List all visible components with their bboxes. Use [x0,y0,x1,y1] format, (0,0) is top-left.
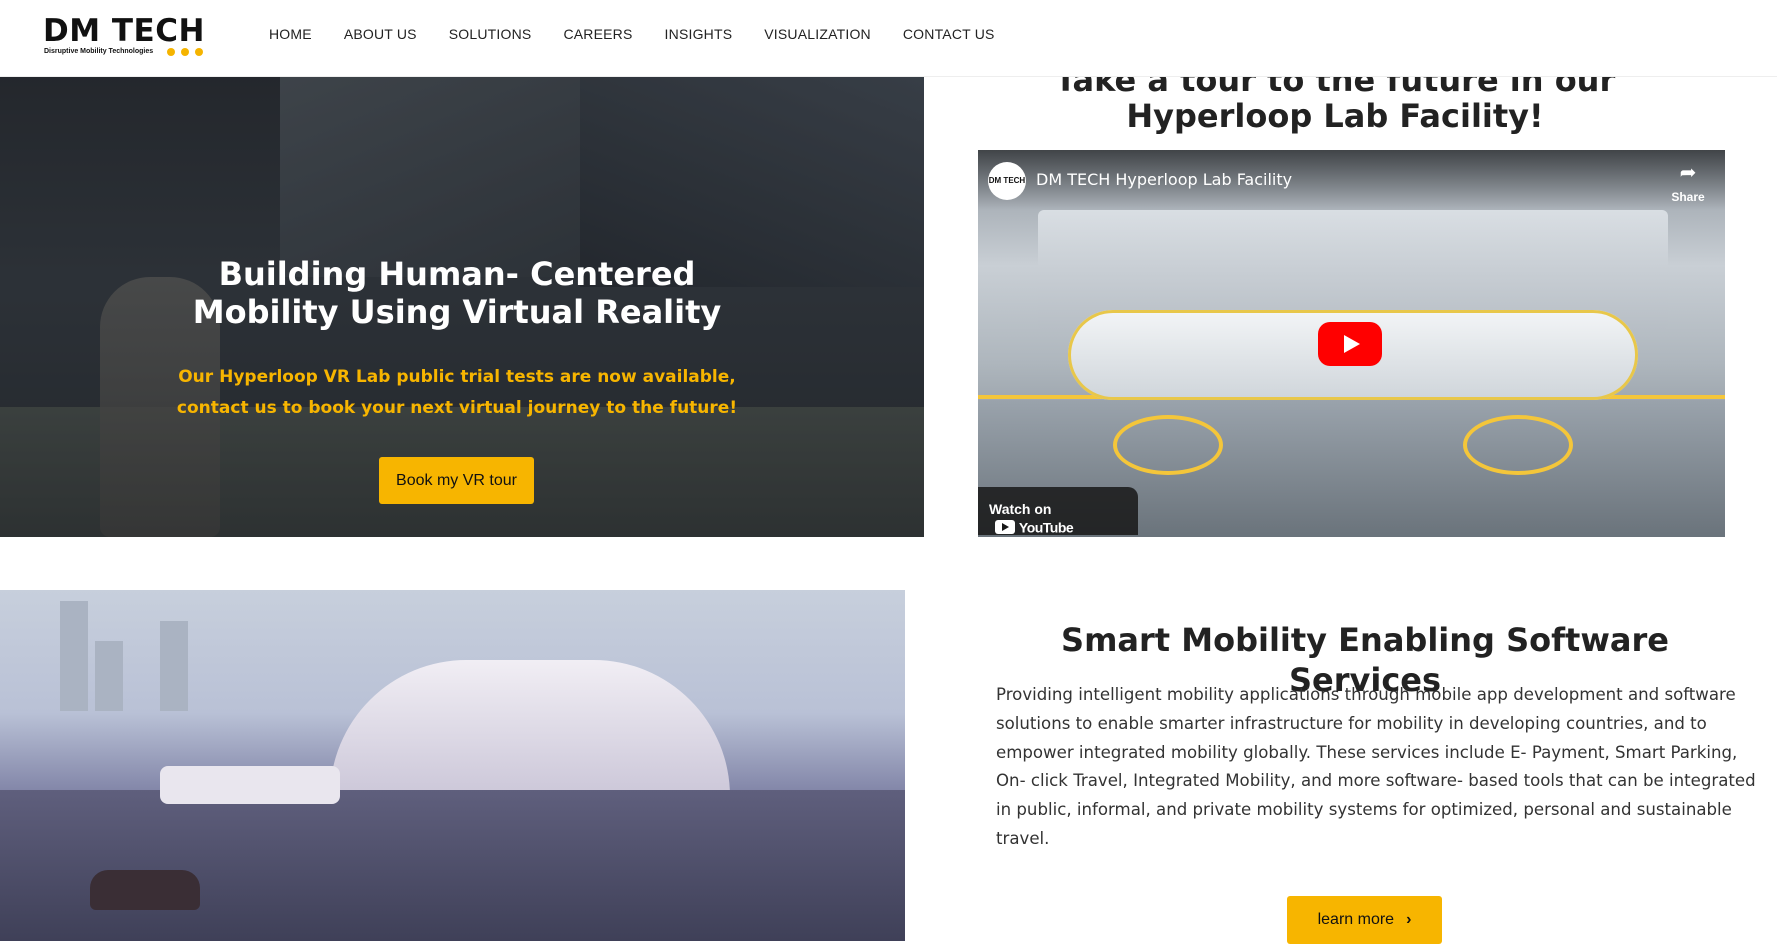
share-arrow-icon: ➦ [1679,162,1697,184]
hero-vr-banner: Building Human- Centered Mobility Using … [0,77,924,537]
video-thumb-ring [1463,415,1573,475]
nav-home[interactable]: HOME [269,24,312,44]
play-icon[interactable] [1318,322,1382,366]
city-car [90,870,200,910]
city-building [95,641,123,711]
city-building [160,621,188,711]
services-description: Providing intelligent mobility applicati… [996,685,1756,848]
youtube-video-embed[interactable]: DM TECH DM TECH Hyperloop Lab Facility ➦… [978,150,1725,537]
nav-about-us[interactable]: ABOUT US [344,24,417,44]
smart-city-image [0,590,905,941]
city-mobility-hub [330,660,730,810]
nav-contact-us[interactable]: CONTACT US [903,24,995,44]
main-nav: HOME ABOUT US SOLUTIONS CAREERS INSIGHTS… [269,24,995,44]
nav-visualization[interactable]: VISUALIZATION [764,24,871,44]
hero-title: Building Human- Centered Mobility Using … [192,255,722,331]
learn-more-button[interactable]: learn more › [1287,896,1442,944]
channel-avatar[interactable]: DM TECH [988,162,1026,200]
youtube-logo: YouTube [995,518,1074,535]
nav-insights[interactable]: INSIGHTS [665,24,733,44]
youtube-logo-text: YouTube [1018,518,1074,535]
logo-dots-icon [167,48,203,56]
watch-on-youtube-button[interactable]: Watch on YouTube [978,487,1138,535]
logo-tagline: Disruptive Mobility Technologies [44,48,154,55]
hero-subtitle: Our Hyperloop VR Lab public trial tests … [176,367,738,418]
learn-more-label: learn more [1317,911,1395,928]
nav-careers[interactable]: CAREERS [563,24,632,44]
video-title[interactable]: DM TECH Hyperloop Lab Facility [1036,170,1292,189]
share-label: Share [1671,190,1705,204]
youtube-play-icon [995,519,1015,534]
chevron-right-icon: › [1406,911,1412,928]
share-button[interactable]: ➦ Share [1665,162,1711,206]
logo-text: DM TECH [43,13,205,49]
city-building [60,601,88,711]
nav-solutions[interactable]: SOLUTIONS [449,24,532,44]
city-road [0,790,905,941]
book-vr-tour-button[interactable]: Book my VR tour [379,457,534,504]
video-thumb-ring [1113,415,1223,475]
logo[interactable]: DM TECH Disruptive Mobility Technologies [43,14,218,60]
city-bus [160,766,340,804]
watch-on-label: Watch on [989,501,1052,517]
site-header: DM TECH Disruptive Mobility Technologies… [0,0,1777,77]
